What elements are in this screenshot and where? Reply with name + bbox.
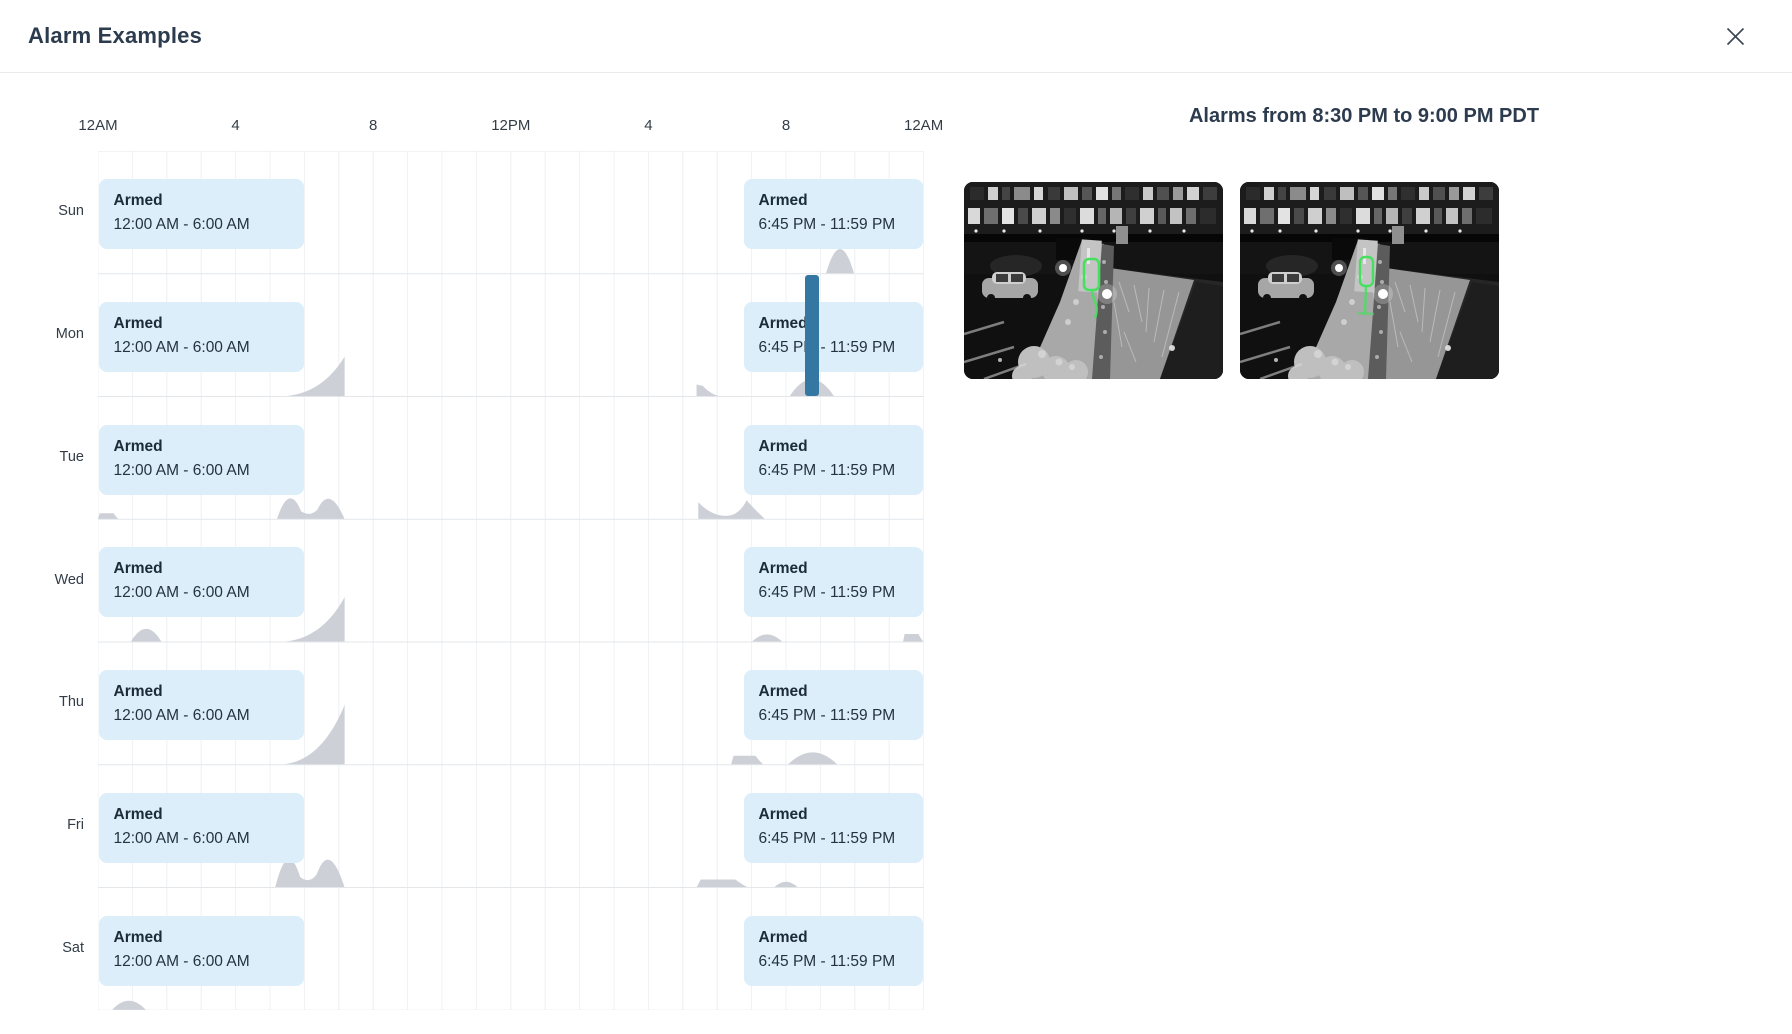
armed-block-time: 6:45 PM - 11:59 PM — [759, 707, 923, 725]
armed-block-title: Armed — [759, 683, 923, 701]
day-label-sun: Sun — [26, 203, 84, 219]
alarm-panel: Alarms from 8:30 PM to 9:00 PM PDT — [936, 73, 1792, 1034]
day-label-thu: Thu — [26, 694, 84, 710]
armed-block-tue-morning[interactable]: Armed 12:00 AM - 6:00 AM — [99, 425, 304, 495]
selected-time-window-bar[interactable] — [805, 275, 819, 396]
alarm-snapshot-2[interactable] — [1240, 182, 1499, 379]
close-icon — [1724, 25, 1747, 48]
day-label-mon: Mon — [26, 326, 84, 342]
time-axis-label: 12PM — [491, 117, 530, 134]
armed-block-sat-evening[interactable]: Armed 6:45 PM - 11:59 PM — [744, 916, 923, 986]
armed-block-time: 6:45 PM - 11:59 PM — [759, 584, 923, 602]
alarm-panel-title: Alarms from 8:30 PM to 9:00 PM PDT — [936, 105, 1792, 128]
armed-block-title: Armed — [759, 806, 923, 824]
armed-block-title: Armed — [114, 683, 304, 701]
armed-block-time: 6:45 PM - 11:59 PM — [759, 953, 923, 971]
armed-block-sat-morning[interactable]: Armed 12:00 AM - 6:00 AM — [99, 916, 304, 986]
time-axis-label: 8 — [782, 117, 790, 134]
armed-block-fri-morning[interactable]: Armed 12:00 AM - 6:00 AM — [99, 793, 304, 863]
time-axis-label: 8 — [369, 117, 377, 134]
armed-block-title: Armed — [114, 806, 304, 824]
armed-block-time: 12:00 AM - 6:00 AM — [114, 707, 304, 725]
armed-block-time: 12:00 AM - 6:00 AM — [114, 584, 304, 602]
time-axis-label: 4 — [231, 117, 239, 134]
armed-block-fri-evening[interactable]: Armed 6:45 PM - 11:59 PM — [744, 793, 923, 863]
armed-block-time: 6:45 PM - 11:59 PM — [759, 462, 923, 480]
armed-block-title: Armed — [759, 929, 923, 947]
armed-block-title: Armed — [114, 438, 304, 456]
time-axis-label: 12AM — [78, 117, 117, 134]
dialog-title: Alarm Examples — [28, 23, 202, 49]
armed-block-title: Armed — [114, 192, 304, 210]
armed-block-time: 12:00 AM - 6:00 AM — [114, 830, 304, 848]
armed-block-sun-evening[interactable]: Armed 6:45 PM - 11:59 PM — [744, 179, 923, 249]
armed-block-title: Armed — [759, 315, 923, 333]
armed-block-title: Armed — [759, 192, 923, 210]
armed-block-tue-evening[interactable]: Armed 6:45 PM - 11:59 PM — [744, 425, 923, 495]
armed-block-mon-evening[interactable]: Armed 6:45 PM - 11:59 PM — [744, 302, 923, 372]
armed-block-time: 12:00 AM - 6:00 AM — [114, 216, 304, 234]
schedule-grid[interactable]: Armed 12:00 AM - 6:00 AM Armed 6:45 PM - 11… — [98, 151, 924, 1010]
armed-block-title: Armed — [759, 438, 923, 456]
armed-block-wed-evening[interactable]: Armed 6:45 PM - 11:59 PM — [744, 547, 923, 617]
day-label-tue: Tue — [26, 449, 84, 465]
armed-block-time: 12:00 AM - 6:00 AM — [114, 953, 304, 971]
armed-block-mon-morning[interactable]: Armed 12:00 AM - 6:00 AM — [99, 302, 304, 372]
armed-block-wed-morning[interactable]: Armed 12:00 AM - 6:00 AM — [99, 547, 304, 617]
armed-block-time: 12:00 AM - 6:00 AM — [114, 462, 304, 480]
day-label-wed: Wed — [26, 572, 84, 588]
camera-frame-icon — [964, 182, 1223, 379]
armed-block-thu-evening[interactable]: Armed 6:45 PM - 11:59 PM — [744, 670, 923, 740]
close-button[interactable] — [1724, 25, 1747, 48]
day-label-fri: Fri — [26, 817, 84, 833]
armed-block-sun-morning[interactable]: Armed 12:00 AM - 6:00 AM — [99, 179, 304, 249]
armed-block-time: 6:45 PM - 11:59 PM — [759, 216, 923, 234]
alarm-snapshot-1[interactable] — [964, 182, 1223, 379]
armed-block-thu-morning[interactable]: Armed 12:00 AM - 6:00 AM — [99, 670, 304, 740]
day-label-sat: Sat — [26, 940, 84, 956]
armed-block-title: Armed — [114, 315, 304, 333]
dialog-header: Alarm Examples — [0, 0, 1792, 73]
armed-block-time: 6:45 PM - 11:59 PM — [759, 339, 923, 357]
armed-block-title: Armed — [114, 560, 304, 578]
armed-block-time: 12:00 AM - 6:00 AM — [114, 339, 304, 357]
time-axis-label: 4 — [644, 117, 652, 134]
armed-block-time: 6:45 PM - 11:59 PM — [759, 830, 923, 848]
camera-frame-icon — [1240, 182, 1499, 379]
armed-block-title: Armed — [759, 560, 923, 578]
alarm-examples-dialog: Alarm Examples 12AM4812PM4812AM SunMonTu… — [0, 0, 1792, 1034]
armed-block-title: Armed — [114, 929, 304, 947]
